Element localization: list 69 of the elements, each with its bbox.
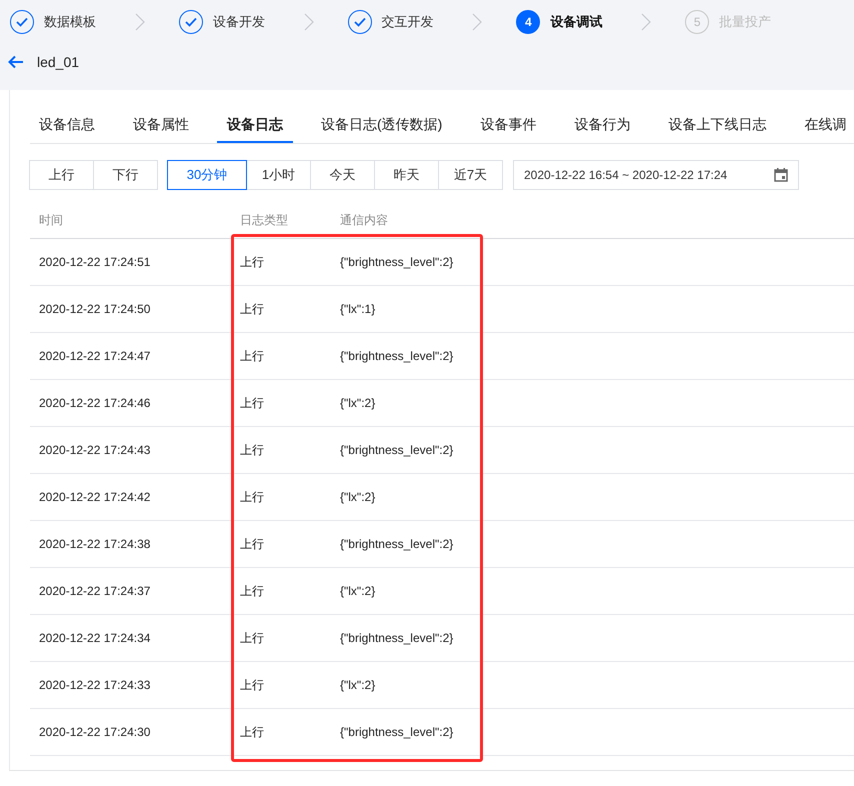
table-cell-text: 上行 [240,488,265,506]
step-label: 批量投产 [719,13,772,31]
table-cell-text: 2020-12-22 17:24:50 [38,302,152,316]
step-label: 交互开发 [382,13,434,31]
tab[interactable]: 设备事件 [470,106,546,143]
tab[interactable]: 设备日志(透传数据) [311,106,452,143]
column-header: 时间 [38,212,64,228]
time-range-button[interactable]: 今天 [310,160,375,190]
step-label: 设备调试 [550,13,602,31]
table-cell-text: 2020-12-22 17:24:37 [38,584,152,598]
step-label: 数据模板 [44,13,96,31]
step-number: 5 [694,15,701,29]
table-cell-text: 2020-12-22 17:24:34 [38,631,152,645]
table-cell-text: 上行 [240,254,265,270]
table-cell-text: {"lx":1} [340,302,376,316]
table-cell-text: 上行 [240,676,265,694]
chevron-right-icon [641,13,652,31]
table-cell-text: 上行 [240,348,265,364]
table-cell-text: {"brightness_level":2} [340,349,454,363]
table-cell-text: 上行 [240,582,265,600]
direction-button[interactable]: 下行 [93,160,158,190]
column-header: 日志类型 [240,212,289,228]
time-range-button[interactable]: 昨天 [374,160,439,190]
table-cell-text: 上行 [240,630,265,646]
table-cell-text: 2020-12-22 17:24:30 [38,725,152,739]
table-cell-text: {"brightness_level":2} [340,537,454,551]
table-cell-text: 上行 [240,442,265,458]
table-cell-text: 上行 [240,300,265,318]
table-cell-text: 2020-12-22 17:24:33 [38,678,152,692]
step-number: 4 [525,15,532,29]
tab[interactable]: 设备上下线日志 [658,106,776,143]
tab[interactable]: 在线调 [794,106,854,143]
table-cell-text: {"brightness_level":2} [340,725,454,739]
direction-button[interactable]: 上行 [29,160,94,190]
table-cell-text: 上行 [240,536,265,552]
chevron-right-icon [134,13,145,31]
date-range-field[interactable]: 2020-12-22 16:54 ~ 2020-12-22 17:24 [513,160,799,190]
step-label: 设备开发 [212,13,265,31]
check-icon [184,17,197,27]
table-cell-text: {"brightness_level":2} [340,443,454,457]
table-cell-text: 上行 [240,724,265,740]
time-range-button[interactable]: 1小时 [246,160,311,190]
tab[interactable]: 设备日志 [217,106,293,143]
tab[interactable]: 设备属性 [123,106,199,143]
check-icon [16,17,28,27]
table-cell-text: 2020-12-22 17:24:47 [38,349,152,363]
table-cell-text: {"lx":2} [340,396,376,410]
table-cell-text: 上行 [240,394,265,412]
table-cell-text: {"brightness_level":2} [340,255,454,269]
calendar-icon [774,168,788,182]
tab[interactable]: 设备信息 [30,106,105,143]
table-cell-text: 2020-12-22 17:24:43 [38,443,152,457]
chevron-right-icon [472,13,482,31]
table-cell-text: {"lx":2} [340,490,376,504]
table-cell-text: {"brightness_level":2} [340,631,454,645]
table-cell-text: {"lx":2} [340,584,376,598]
back-arrow-icon[interactable] [8,55,24,69]
tab[interactable]: 设备行为 [564,106,640,143]
time-range-button[interactable]: 30分钟 [167,160,247,190]
check-icon [354,17,366,27]
table-cell-text: {"lx":2} [340,678,376,692]
table-cell-text: 2020-12-22 17:24:38 [38,537,152,551]
table-cell-text: 2020-12-22 17:24:42 [38,490,152,504]
chevron-right-icon [304,13,314,31]
device-name: led_01 [37,54,80,70]
column-header: 通信内容 [340,212,389,228]
table-cell-text: 2020-12-22 17:24:46 [38,396,152,410]
table-cell-text: 2020-12-22 17:24:51 [38,255,152,269]
time-range-button[interactable]: 近7天 [438,160,503,190]
